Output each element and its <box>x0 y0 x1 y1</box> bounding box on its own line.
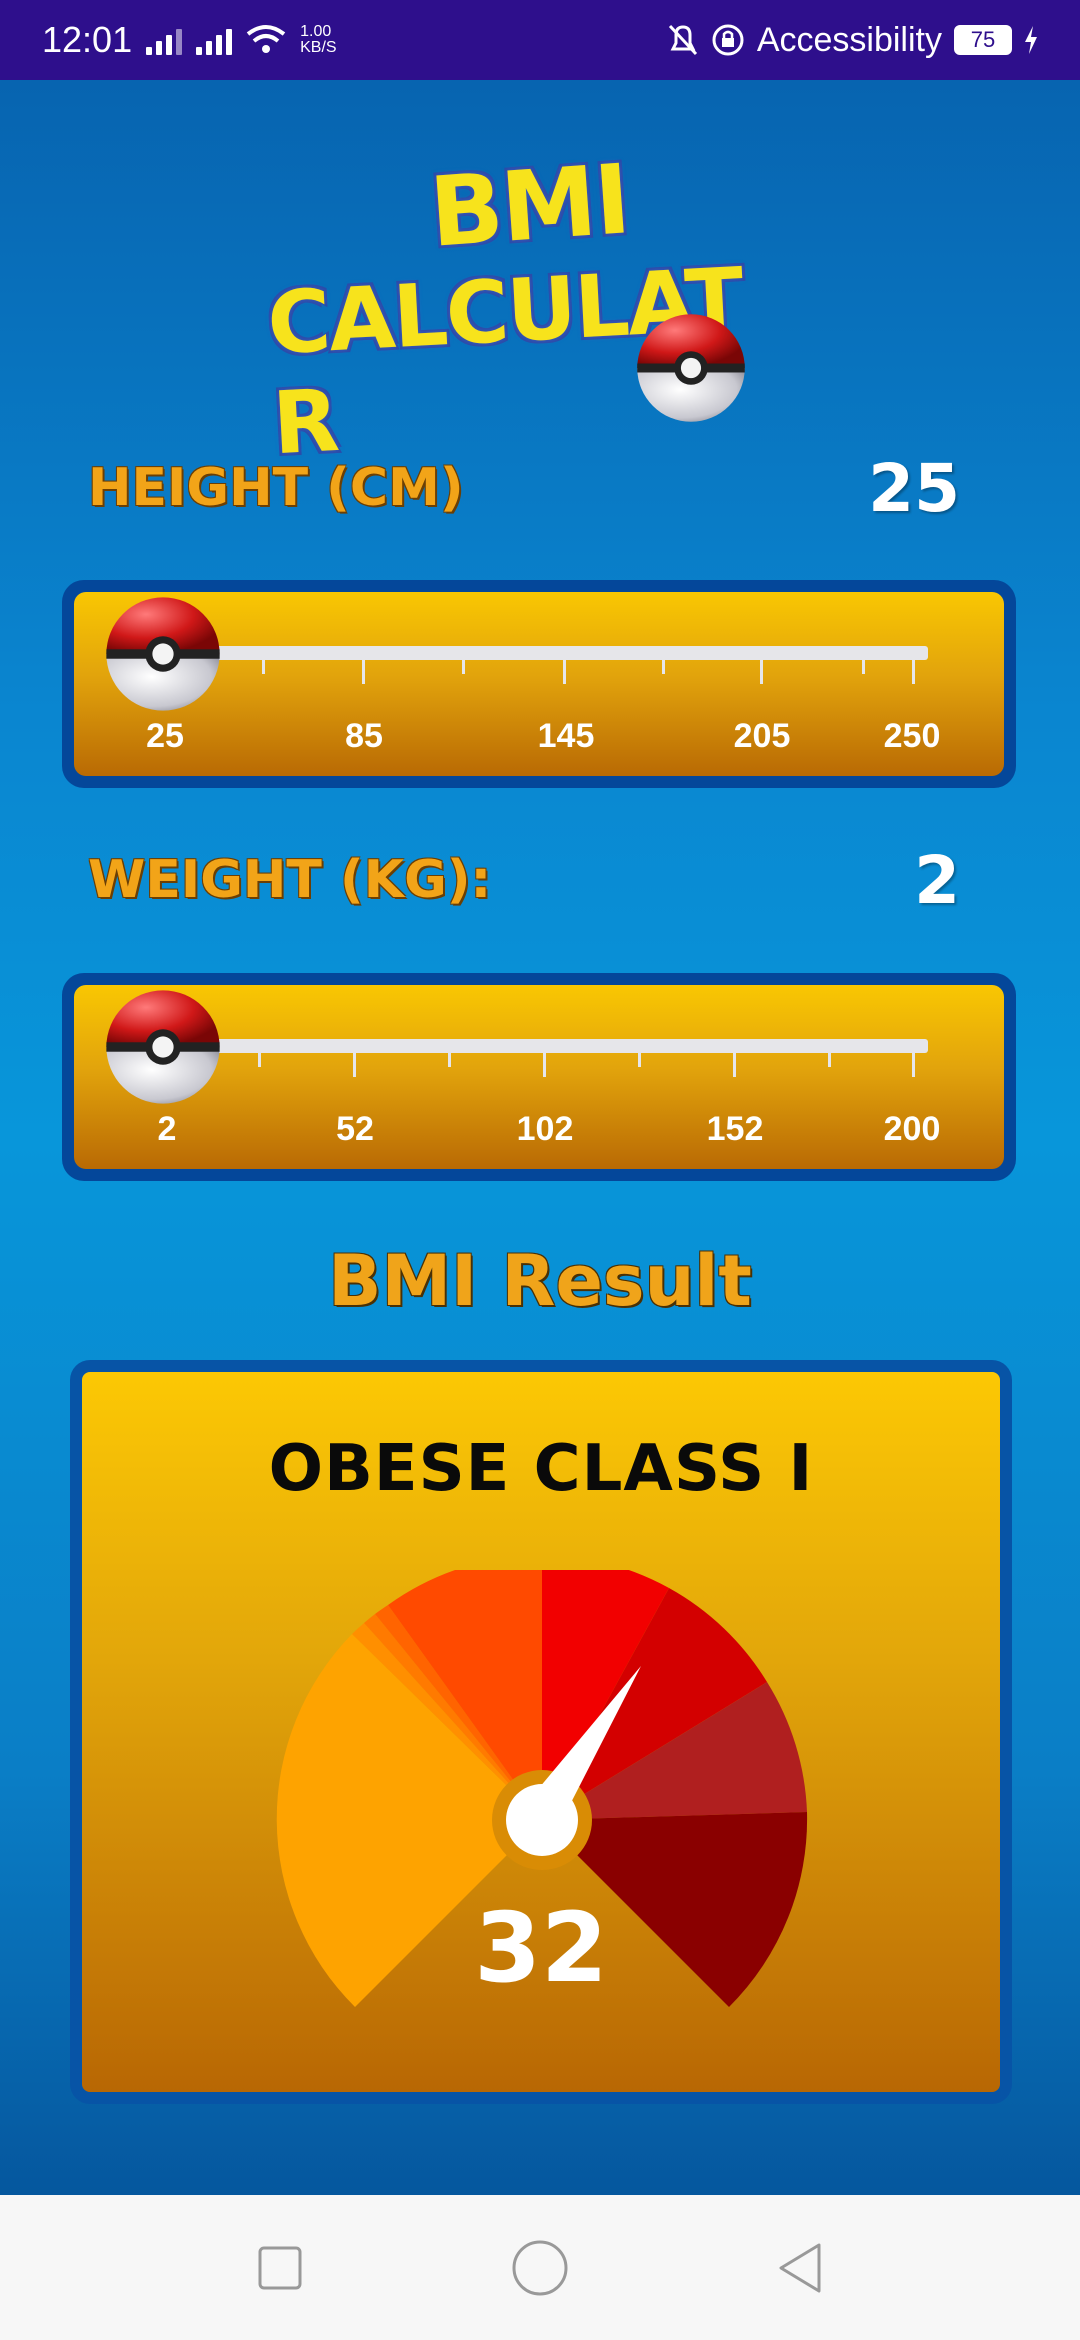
signal-icon-2 <box>196 25 233 55</box>
height-minor-tick <box>662 660 665 674</box>
height-slider-thumb-pokeball-icon[interactable] <box>104 595 222 713</box>
weight-tick-label: 102 <box>516 1110 574 1148</box>
square-icon <box>258 2246 302 2289</box>
weight-major-tick <box>733 1053 736 1077</box>
network-speed: 1.00 KB/S <box>300 24 336 56</box>
result-card-frame: OBESE CLASS I 32 <box>70 1360 1012 2104</box>
height-major-tick <box>912 660 915 684</box>
weight-minor-tick <box>828 1053 831 1067</box>
weight-slider-thumb-pokeball-icon[interactable] <box>104 988 222 1106</box>
height-tick-label: 145 <box>537 717 595 755</box>
navigation-bar <box>0 2195 1080 2340</box>
weight-label: WEIGHT (KG): <box>88 850 492 910</box>
status-time: 12:01 <box>42 19 133 60</box>
charging-icon <box>1025 26 1037 54</box>
height-tick-label: 250 <box>883 717 941 755</box>
status-bar: 12:01 1.00 KB/S Accessibility 75 <box>0 0 1080 80</box>
status-right: Accessibility 75 <box>667 21 1038 60</box>
height-tick-label: 205 <box>733 717 791 755</box>
height-value: 25 <box>868 450 960 527</box>
height-tick-label: 85 <box>345 717 383 755</box>
weight-major-tick <box>353 1053 356 1077</box>
weight-slider[interactable]: 2 52 102 152 200 <box>74 985 1004 1169</box>
height-major-tick <box>563 660 566 684</box>
height-tick-label: 25 <box>146 717 184 755</box>
height-slider-frame: 25 85 145 205 250 <box>62 580 1016 788</box>
accessibility-label: Accessibility <box>756 20 942 59</box>
recent-apps-button[interactable] <box>245 2233 315 2303</box>
logo-line-bmi: BMI <box>426 143 633 269</box>
wifi-icon <box>246 25 286 53</box>
status-left: 12:01 1.00 KB/S <box>42 19 337 61</box>
weight-tick-label: 200 <box>883 1110 941 1148</box>
bmi-value: 32 <box>474 1892 608 2004</box>
weight-tick-label: 2 <box>157 1110 177 1148</box>
bell-muted-icon <box>668 24 697 56</box>
height-slider[interactable]: 25 85 145 205 250 <box>74 592 1004 776</box>
height-minor-tick <box>262 660 265 674</box>
triangle-back-icon <box>779 2243 821 2292</box>
height-major-tick <box>760 660 763 684</box>
circle-icon <box>512 2240 568 2295</box>
weight-major-tick <box>543 1053 546 1077</box>
height-label: HEIGHT (CM) <box>88 458 464 518</box>
weight-slider-frame: 2 52 102 152 200 <box>62 973 1016 1181</box>
app-main: BMI CALCULAT R HEIGHT (CM) 25 25 85 145 … <box>0 80 1080 2195</box>
weight-minor-tick <box>638 1053 641 1067</box>
height-minor-tick <box>862 660 865 674</box>
height-minor-tick <box>462 660 465 674</box>
signal-icon <box>146 25 183 55</box>
back-button[interactable] <box>765 2233 835 2303</box>
pokeball-icon <box>637 314 745 422</box>
weight-tick-label: 152 <box>706 1110 764 1148</box>
result-card: OBESE CLASS I 32 <box>82 1372 1000 2092</box>
home-button[interactable] <box>505 2233 575 2303</box>
speed-value: 1.00 <box>300 23 332 40</box>
weight-value: 2 <box>914 842 960 919</box>
speed-unit: KB/S <box>300 39 337 56</box>
height-slider-track[interactable] <box>174 646 928 660</box>
bmi-category: OBESE CLASS I <box>268 1432 814 1506</box>
weight-minor-tick <box>258 1053 261 1067</box>
height-major-tick <box>362 660 365 684</box>
weight-slider-track[interactable] <box>174 1039 928 1053</box>
weight-major-tick <box>912 1053 915 1077</box>
app-logo: BMI CALCULAT R <box>260 130 820 474</box>
bmi-result-heading: BMI Result <box>328 1240 752 1322</box>
lock-rotation-icon <box>712 24 744 56</box>
battery-icon: 75 <box>954 25 1012 55</box>
weight-minor-tick <box>448 1053 451 1067</box>
weight-tick-label: 52 <box>336 1110 374 1148</box>
